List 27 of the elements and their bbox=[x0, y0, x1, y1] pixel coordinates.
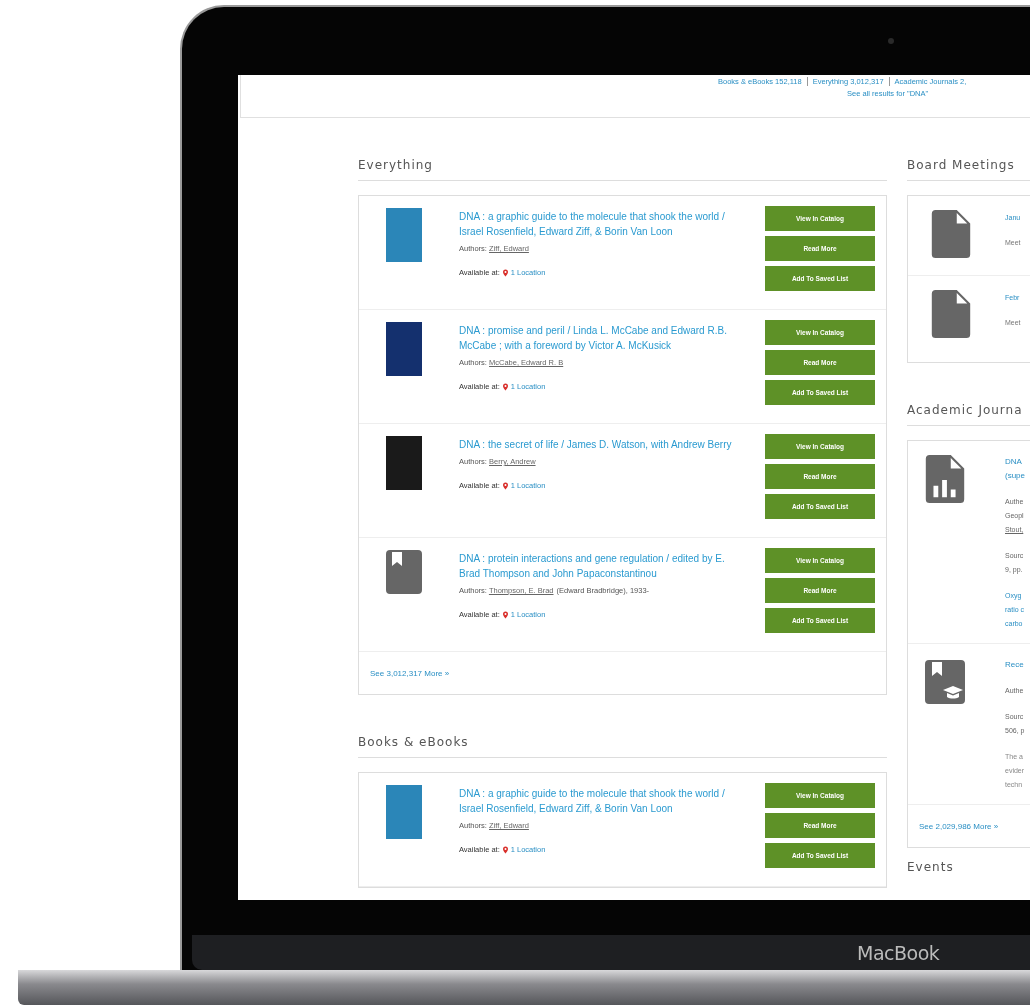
document-icon bbox=[931, 290, 971, 338]
section-heading: Books & eBooks bbox=[358, 726, 887, 758]
book-title-link[interactable]: DNA : a graphic guide to the molecule that shook the world / Israel Rosenfield, Edward Ziff, & Borin Van Loon bbox=[459, 209, 739, 239]
see-more-link[interactable]: See 2,029,986 More » bbox=[919, 821, 999, 831]
chart-document-icon bbox=[925, 455, 965, 503]
journal-link[interactable]: Rece bbox=[1005, 658, 1025, 672]
document-icon bbox=[931, 210, 971, 258]
book-title-link[interactable]: DNA : promise and peril / Linda L. McCabe and Edward R.B. McCabe ; with a foreword by Victor A. McKusick bbox=[459, 323, 739, 353]
see-more-link[interactable]: See 3,012,317 More » bbox=[370, 668, 450, 678]
camera-icon bbox=[888, 38, 894, 44]
journal-link[interactable]: DNA bbox=[1005, 455, 1025, 469]
book-cap-icon bbox=[925, 658, 965, 706]
brand-label: MacBook bbox=[857, 941, 940, 964]
book-title-link[interactable]: DNA : protein interactions and gene regulation / edited by E. Brad Thompson and John Papaconstantinou bbox=[459, 551, 739, 581]
section-heading: Board Meetings bbox=[907, 149, 1030, 181]
journal-link[interactable]: (supe bbox=[1005, 469, 1025, 483]
map-pin-icon bbox=[502, 382, 508, 391]
bookmark-book-icon bbox=[386, 550, 422, 594]
map-pin-icon bbox=[502, 610, 508, 619]
section-heading: Events bbox=[907, 859, 955, 876]
map-pin-icon bbox=[502, 481, 508, 490]
map-pin-icon bbox=[502, 845, 508, 854]
book-title-link[interactable]: DNA : the secret of life / James D. Watson, with Andrew Berry bbox=[459, 437, 739, 452]
book-title-link[interactable]: DNA : a graphic guide to the molecule that shook the world / Israel Rosenfield, Edward Ziff, & Borin Van Loon bbox=[459, 786, 739, 816]
map-pin-icon bbox=[502, 268, 508, 277]
section-heading: Academic Journa bbox=[907, 394, 1030, 426]
section-heading: Everything bbox=[358, 149, 887, 181]
